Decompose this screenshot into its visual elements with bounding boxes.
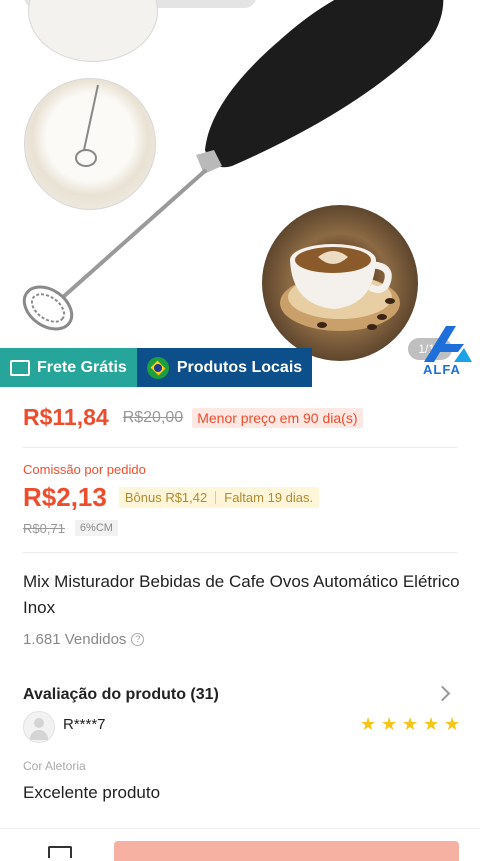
commission-amount: R$2,13 [23,482,107,512]
milk-frother-illustration [22,0,444,331]
alfa-logo: ALFA [420,318,476,380]
commission-old-amount: R$0,71 [23,520,65,536]
buy-button[interactable] [114,841,459,861]
star-icon: ★ [381,714,398,734]
bonus-separator [215,491,217,504]
brazil-flag-icon [146,356,169,379]
alfa-logo-text: ALFA [423,362,461,377]
commission-label: Comissão por pedido [23,462,146,477]
local-products-label: Produtos Locais [176,358,303,376]
star-icon: ★ [444,714,461,734]
price-row: R$11,84 R$20,00 Menor preço em 90 dia(s) [23,404,363,431]
lowest-price-tag: Menor preço em 90 dia(s) [192,407,363,428]
divider [23,447,457,448]
rating-stars: ★ ★ ★ ★ ★ [356,714,461,734]
current-price: R$11,84 [23,404,109,430]
commission-rate-tag: 6%CM [74,520,118,536]
original-price: R$20,00 [122,408,184,426]
bonus-remaining: Faltam 19 dias. [224,490,314,505]
reviewer-name: R****7 [63,716,106,733]
badge-bar: Frete Grátis Produtos Locais [0,348,313,387]
divider [23,552,457,553]
free-shipping-badge: Frete Grátis [0,348,137,387]
section-gap [0,665,480,673]
reviews-title[interactable]: Avaliação do produto (31) [23,686,219,704]
help-icon[interactable]: ? [131,633,145,646]
sold-count-label: 1.681 Vendidos [23,631,127,648]
free-shipping-label: Frete Grátis [37,358,127,376]
star-icon: ★ [402,714,419,734]
bonus-tag: Bônus R$1,42 Faltam 19 dias. [118,487,320,508]
avatar [23,711,55,743]
commission-row: R$2,13 Bônus R$1,42 Faltam 19 dias. [23,482,320,513]
star-icon: ★ [423,714,440,734]
sold-count: 1.681 Vendidos ? [23,631,145,648]
star-icon: ★ [360,714,377,734]
bonus-amount: Bônus R$1,42 [124,490,208,505]
product-image-gallery[interactable]: 1/10 ALFA Frete Grátis Produtos Locais [0,0,480,387]
product-title: Mix Misturador Bebidas de Cafe Ovos Auto… [23,572,460,617]
review-variant: Cor Aletoria [23,759,86,773]
ticket-icon [10,359,30,376]
store-icon[interactable] [48,846,72,858]
review-comment: Excelente produto [23,783,161,802]
commission-old-row: R$0,71 6%CM [23,520,118,536]
chevron-right-icon[interactable] [434,685,451,702]
bottom-action-bar [0,828,480,861]
local-products-badge: Produtos Locais [136,348,313,387]
